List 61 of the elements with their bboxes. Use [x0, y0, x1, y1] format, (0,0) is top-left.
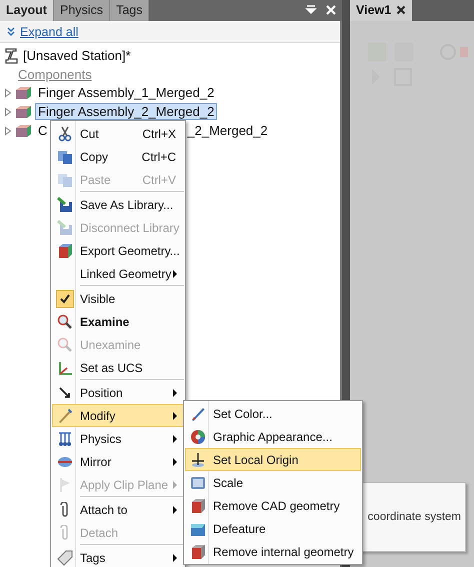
menu-item[interactable]: Cut Ctrl+X — [52, 122, 184, 145]
magnifier-icon — [57, 314, 73, 330]
disconnect-icon — [57, 220, 73, 236]
tree-item[interactable]: Finger Assembly_1_Merged_2 — [35, 84, 218, 101]
tree-item-end[interactable]: _2_Merged_2 — [187, 123, 268, 138]
expand-all-link[interactable]: Expand all — [20, 24, 78, 38]
menu-item[interactable]: Set Local Origin — [185, 448, 361, 471]
panel-tab[interactable]: Tags — [110, 0, 150, 21]
cube-icon — [15, 104, 32, 118]
magnifier-icon — [57, 336, 73, 352]
pencil-icon — [57, 408, 73, 424]
menu-item[interactable]: Export Geometry... — [52, 239, 184, 262]
menu-item[interactable]: Scale — [185, 471, 361, 494]
origin-icon — [190, 452, 206, 468]
panel-tab[interactable]: Layout — [0, 0, 54, 21]
menu-item[interactable]: Linked Geometry — [52, 262, 184, 285]
paste-icon — [57, 172, 73, 188]
axes-icon — [57, 360, 73, 376]
menu-item[interactable]: Position — [52, 381, 184, 404]
scale-icon — [190, 474, 206, 490]
palette-icon — [190, 428, 206, 444]
brush-icon — [190, 406, 206, 422]
menu-item[interactable]: Remove internal geometry — [185, 540, 361, 563]
joint-icon — [57, 430, 73, 446]
menu-item[interactable]: Modify — [52, 404, 184, 427]
copy-icon — [57, 148, 73, 164]
menu-item[interactable]: Visible — [52, 287, 184, 310]
cube-icon — [57, 242, 73, 258]
tree-item[interactable]: C — [35, 122, 50, 139]
cube-icon — [190, 498, 206, 514]
expand-icon[interactable] — [6, 26, 16, 36]
dropdown-icon[interactable] — [305, 4, 317, 16]
menu-item[interactable]: Remove CAD geometry — [185, 494, 361, 517]
arrow-icon — [57, 384, 73, 400]
close-icon[interactable] — [396, 5, 406, 15]
save-icon — [57, 196, 73, 212]
tag-icon — [57, 550, 73, 566]
components-label: Components — [18, 67, 92, 82]
cube-icon — [190, 544, 206, 560]
tree-item[interactable]: Finger Assembly_2_Merged_2 — [35, 103, 218, 120]
panel-tab[interactable]: Physics — [54, 0, 110, 21]
station-name[interactable]: [Unsaved Station]* — [23, 48, 131, 63]
expand-arrow-icon[interactable] — [4, 106, 12, 116]
menu-item[interactable]: Save As Library... — [52, 193, 184, 216]
expand-arrow-icon[interactable] — [4, 126, 12, 136]
menu-item[interactable]: Graphic Appearance... — [185, 425, 361, 448]
menu-item[interactable]: Copy Ctrl+C — [52, 145, 184, 168]
cube-icon — [15, 86, 32, 100]
tooltip-text: coordinate system — [368, 511, 461, 523]
menu-item[interactable]: Examine — [52, 310, 184, 333]
menu-item[interactable]: Defeature — [185, 517, 361, 540]
menu-item[interactable]: Set as UCS — [52, 356, 184, 379]
cube-icon — [15, 124, 32, 138]
menu-item[interactable]: Set Color... — [185, 402, 361, 425]
view-tab[interactable]: View1 — [350, 0, 412, 21]
menu-item[interactable]: Attach to — [52, 498, 184, 521]
expand-arrow-icon[interactable] — [4, 88, 12, 98]
menu-item[interactable]: Tags — [52, 546, 184, 567]
menu-item[interactable]: Mirror — [52, 450, 184, 473]
scissors-icon — [57, 126, 73, 142]
menu-item[interactable]: Physics — [52, 427, 184, 450]
